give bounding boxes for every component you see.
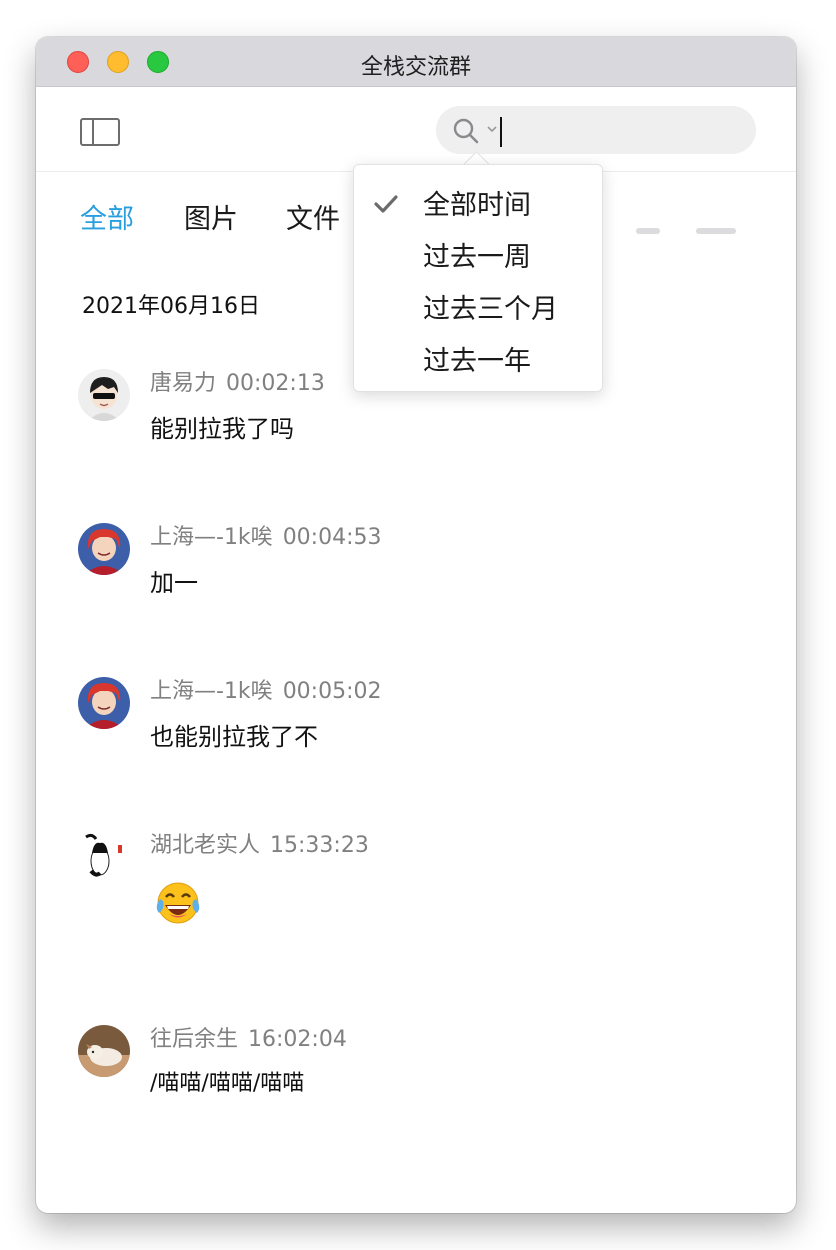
message-time: 16:02:04 [248, 1027, 347, 1052]
date-heading: 2021年06月16日 [82, 294, 260, 319]
message-text[interactable]: 能别拉我了吗 [150, 409, 294, 444]
menu-item-label: 过去一年 [423, 346, 531, 377]
chevron-down-icon[interactable] [486, 123, 498, 135]
sender-name: 湖北老实人 [150, 833, 261, 858]
tears-of-joy-emoji[interactable] [150, 865, 206, 939]
message-time: 00:04:53 [282, 525, 382, 550]
message-item: 湖北老实人 15:33:23 [36, 831, 796, 951]
menu-item-past-three-months[interactable]: 过去三个月 [354, 279, 602, 331]
menu-item-all-time[interactable]: 全部时间 [354, 175, 602, 227]
message-text[interactable]: /喵喵/喵喵/喵喵 [150, 1065, 304, 1097]
sunglasses-boy-avatar-icon[interactable] [78, 369, 130, 421]
message-meta: 湖北老实人 15:33:23 [150, 827, 369, 859]
message-time: 15:33:23 [270, 833, 369, 858]
sidebar-toggle-icon[interactable] [80, 118, 120, 146]
toolbar [36, 87, 796, 172]
message-meta: 唐易力 00:02:13 [150, 365, 325, 397]
text-cursor [500, 117, 502, 147]
message-meta: 上海—-1k唉 00:05:02 [150, 673, 382, 705]
sender-name: 唐易力 [150, 371, 217, 396]
tab-images[interactable]: 图片 [184, 197, 238, 243]
tab-all[interactable]: 全部 [80, 197, 134, 243]
red-hair-anime-avatar-icon[interactable] [78, 523, 130, 575]
tab-placeholder [696, 228, 736, 234]
red-hair-anime-avatar-icon[interactable] [78, 677, 130, 729]
title-bar[interactable]: 全栈交流群 [36, 37, 796, 87]
message-item: 上海—-1k唉 00:04:53 加一 [36, 523, 796, 643]
message-text[interactable]: 加一 [150, 563, 198, 598]
ink-cat-avatar-icon[interactable] [78, 831, 130, 883]
sender-name: 上海—-1k唉 [150, 525, 273, 550]
menu-item-past-week[interactable]: 过去一周 [354, 227, 602, 279]
message-text[interactable]: 也能别拉我了不 [150, 717, 318, 752]
tab-placeholder [636, 228, 660, 234]
window-title: 全栈交流群 [360, 55, 471, 80]
search-icon[interactable] [452, 117, 480, 145]
message-time: 00:05:02 [282, 679, 382, 704]
message-item: 往后余生 16:02:04 /喵喵/喵喵/喵喵 [36, 1025, 796, 1145]
sender-name: 上海—-1k唉 [150, 679, 273, 704]
search-input[interactable] [436, 106, 756, 154]
menu-item-label: 过去一周 [423, 242, 531, 273]
menu-item-label: 过去三个月 [423, 294, 558, 325]
message-time: 00:02:13 [226, 371, 325, 396]
puppy-photo-avatar-icon[interactable] [78, 1025, 130, 1077]
sender-name: 往后余生 [150, 1027, 239, 1052]
message-item: 上海—-1k唉 00:05:02 也能别拉我了不 [36, 677, 796, 797]
tab-files[interactable]: 文件 [286, 197, 340, 243]
checkmark-icon [374, 195, 398, 213]
message-meta: 往后余生 16:02:04 [150, 1021, 347, 1053]
menu-item-label: 全部时间 [423, 190, 531, 221]
time-filter-menu: 全部时间 过去一周 过去三个月 过去一年 [353, 164, 603, 392]
menu-item-past-year[interactable]: 过去一年 [354, 331, 602, 383]
message-meta: 上海—-1k唉 00:04:53 [150, 519, 382, 551]
